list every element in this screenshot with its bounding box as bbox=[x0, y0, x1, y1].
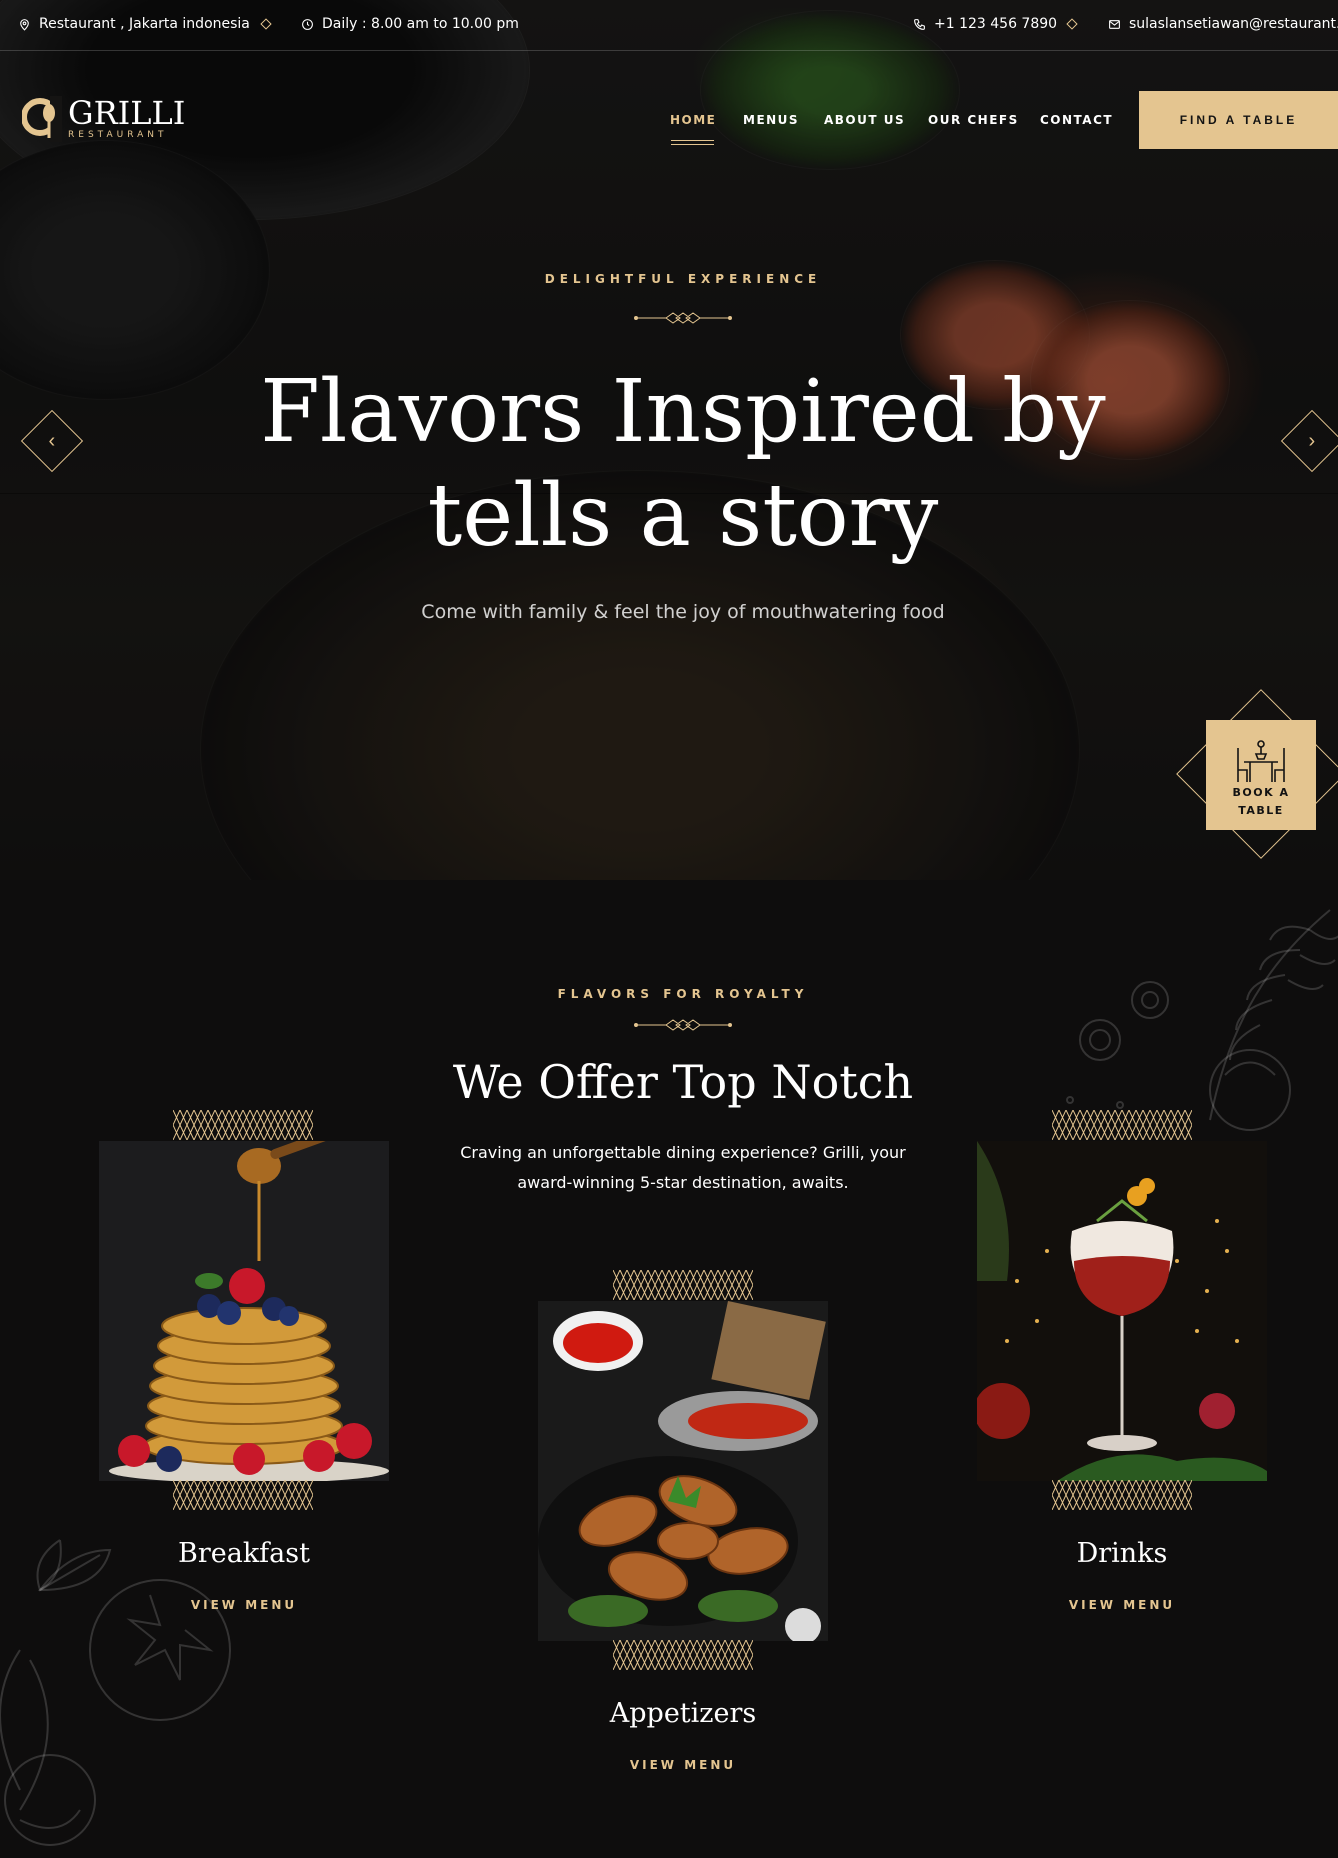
chicken-wings-illustration bbox=[538, 1301, 828, 1641]
hero-subtitle: Come with family & feel the joy of mouth… bbox=[421, 601, 945, 623]
top-info-bar: Restaurant , Jakarta indonesia Daily : 8… bbox=[0, 0, 1338, 51]
topbar-email[interactable]: sulaslansetiawan@restaurant.co bbox=[1108, 16, 1338, 32]
brand-logo[interactable]: GRILLI RESTAURANT bbox=[22, 96, 185, 142]
topbar-phone[interactable]: +1 123 456 7890 bbox=[913, 16, 1057, 32]
topbar-location-text: Restaurant , Jakarta indonesia bbox=[39, 16, 250, 32]
topbar-email-text: sulaslansetiawan@restaurant.co bbox=[1129, 16, 1338, 32]
book-table-line1: BOOK A bbox=[1232, 786, 1290, 799]
hero-title-line1: Flavors Inspired by bbox=[260, 362, 1106, 462]
nav-item-about[interactable]: ABOUT US bbox=[824, 113, 905, 127]
brand-tagline: RESTAURANT bbox=[68, 130, 168, 140]
pancake-illustration bbox=[99, 1141, 389, 1481]
breakfast-view-menu-link[interactable]: VIEW MENU bbox=[99, 1598, 389, 1612]
ornament-divider bbox=[634, 1019, 732, 1031]
topbar-separator bbox=[260, 18, 272, 30]
clock-icon bbox=[302, 18, 313, 30]
chevron-left-icon: ‹ bbox=[48, 429, 56, 452]
nav-item-contact[interactable]: CONTACT bbox=[1040, 113, 1113, 127]
topbar-phone-text: +1 123 456 7890 bbox=[934, 16, 1058, 32]
mail-icon bbox=[1109, 19, 1120, 29]
book-table-line2: TABLE bbox=[1238, 804, 1284, 817]
card-pattern-top bbox=[613, 1270, 753, 1300]
cocktail-illustration bbox=[977, 1141, 1267, 1481]
dining-table-icon bbox=[1237, 740, 1285, 782]
book-table-label: BOOK A TABLE bbox=[1233, 784, 1290, 820]
drinks-title: Drinks bbox=[1076, 1538, 1168, 1569]
phone-icon bbox=[914, 18, 925, 30]
location-pin-icon bbox=[20, 18, 29, 31]
offer-description: Craving an unforgettable dining experien… bbox=[460, 1143, 906, 1192]
logo-icon bbox=[22, 96, 62, 142]
hero-title: Flavors Inspired by tells a story bbox=[0, 360, 1338, 568]
offer-title: We Offer Top Notch bbox=[452, 1055, 914, 1109]
chevron-right-icon: › bbox=[1308, 429, 1316, 452]
vegetable-doodle bbox=[0, 1539, 231, 1846]
appetizers-title: Appetizers bbox=[609, 1698, 757, 1729]
offer-section: FLAVORS FOR ROYALTY We Offer Top Notch C… bbox=[0, 880, 1338, 1858]
drinks-view-menu-link[interactable]: VIEW MENU bbox=[977, 1598, 1267, 1612]
hero-title-line2: tells a story bbox=[427, 466, 939, 566]
brand-name: GRILLI bbox=[68, 94, 186, 132]
find-table-button[interactable]: FIND A TABLE bbox=[1139, 91, 1338, 149]
appetizers-image bbox=[538, 1301, 828, 1641]
nav-item-home[interactable]: HOME bbox=[670, 113, 716, 127]
card-pattern-bottom bbox=[1052, 1480, 1192, 1510]
breakfast-title: Breakfast bbox=[178, 1538, 310, 1569]
book-table-button[interactable]: BOOK A TABLE bbox=[1206, 720, 1316, 830]
offer-label: FLAVORS FOR ROYALTY bbox=[557, 987, 809, 1001]
card-pattern-top bbox=[1052, 1110, 1192, 1140]
card-pattern-top bbox=[173, 1110, 313, 1140]
card-pattern-bottom bbox=[613, 1640, 753, 1670]
topbar-separator bbox=[1066, 18, 1078, 30]
nav-active-indicator bbox=[671, 140, 714, 145]
topbar-location: Restaurant , Jakarta indonesia bbox=[18, 16, 250, 32]
hero-label: DELIGHTFUL EXPERIENCE bbox=[544, 272, 822, 286]
topbar-hours: Daily : 8.00 am to 10.00 pm bbox=[301, 16, 519, 32]
drinks-image bbox=[977, 1141, 1267, 1481]
breakfast-image bbox=[99, 1141, 389, 1481]
hero-section: Restaurant , Jakarta indonesia Daily : 8… bbox=[0, 0, 1338, 880]
nav-item-chefs[interactable]: OUR CHEFS bbox=[928, 113, 1019, 127]
ornament-divider bbox=[634, 312, 732, 324]
topbar-hours-text: Daily : 8.00 am to 10.00 pm bbox=[322, 16, 519, 32]
appetizers-view-menu-link[interactable]: VIEW MENU bbox=[538, 1758, 828, 1772]
card-pattern-bottom bbox=[173, 1480, 313, 1510]
nav-item-menus[interactable]: MENUS bbox=[743, 113, 799, 127]
